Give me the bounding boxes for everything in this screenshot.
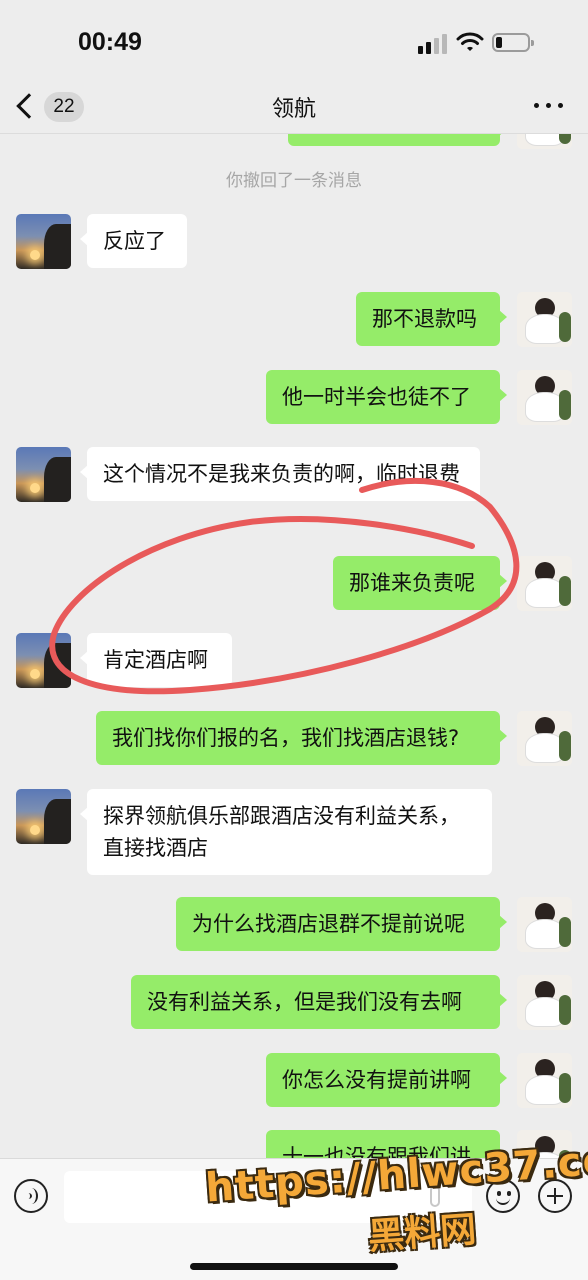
input-bar xyxy=(0,1158,588,1280)
my-avatar[interactable] xyxy=(517,711,572,766)
emoji-icon[interactable] xyxy=(486,1179,520,1213)
my-avatar[interactable] xyxy=(517,134,572,149)
message-bubble-outgoing[interactable]: 他一时半会也徒不了 xyxy=(266,370,507,424)
chat-header: 22 领航 xyxy=(0,80,588,134)
message-bubble-outgoing[interactable]: 为什么找酒店退群不提前说呢 xyxy=(176,897,507,951)
plus-icon[interactable] xyxy=(538,1179,572,1213)
contact-avatar[interactable] xyxy=(16,633,71,688)
contact-avatar[interactable] xyxy=(16,789,71,844)
message-bubble-outgoing[interactable]: 那不退款吗 xyxy=(356,292,507,346)
contact-avatar[interactable] xyxy=(16,214,71,269)
message-bubble-outgoing[interactable]: 你怎么没有提前讲啊 xyxy=(266,1053,507,1107)
message-list[interactable]: 你撤回了一条消息 反应了 那不退款吗 他一时半会也徒不了 这个情况不是我来负责的… xyxy=(0,134,588,1158)
message-bubble-outgoing[interactable]: 十一也没有跟我们讲 xyxy=(266,1130,507,1158)
signal-icon xyxy=(418,34,448,54)
message-bubble-outgoing[interactable]: 我们找你们报的名，我们找酒店退钱? xyxy=(96,711,507,765)
battery-icon xyxy=(492,33,534,52)
wifi-icon xyxy=(456,32,484,51)
message-bubble-outgoing[interactable]: 那谁来负责呢 xyxy=(333,556,507,610)
message-bubble-partial[interactable] xyxy=(288,134,507,146)
my-avatar[interactable] xyxy=(517,975,572,1030)
voice-icon[interactable] xyxy=(14,1179,48,1213)
message-bubble-incoming[interactable]: 探界领航俱乐部跟酒店没有利益关系，直接找酒店 xyxy=(80,789,492,875)
my-avatar[interactable] xyxy=(517,292,572,347)
chat-title: 领航 xyxy=(271,97,316,122)
more-icon[interactable] xyxy=(532,94,568,118)
message-bubble-outgoing[interactable]: 没有利益关系，但是我们没有去啊 xyxy=(131,975,507,1029)
my-avatar[interactable] xyxy=(517,897,572,952)
status-bar: 00:49 xyxy=(0,0,588,80)
status-time: 00:49 xyxy=(78,28,142,56)
contact-avatar[interactable] xyxy=(16,447,71,502)
my-avatar[interactable] xyxy=(517,370,572,425)
message-bubble-incoming[interactable]: 反应了 xyxy=(80,214,187,268)
my-avatar[interactable] xyxy=(517,556,572,611)
my-avatar[interactable] xyxy=(517,1053,572,1108)
message-bubble-incoming[interactable]: 这个情况不是我来负责的啊，临时退费 xyxy=(80,447,480,501)
message-input[interactable] xyxy=(64,1171,472,1223)
system-message: 你撤回了一条消息 xyxy=(226,171,362,191)
message-bubble-incoming[interactable]: 肯定酒店啊 xyxy=(80,633,232,687)
home-indicator[interactable] xyxy=(190,1263,398,1270)
my-avatar[interactable] xyxy=(517,1130,572,1158)
microphone-icon[interactable] xyxy=(430,1185,440,1207)
